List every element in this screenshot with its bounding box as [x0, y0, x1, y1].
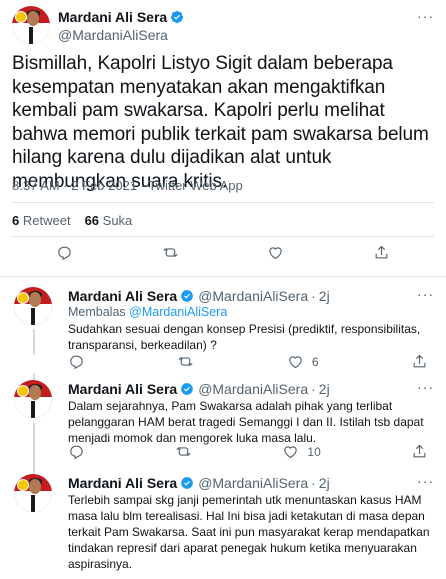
verified-badge-icon [171, 10, 184, 24]
reply-icon [70, 355, 83, 370]
verified-badge-icon [181, 290, 194, 302]
reply-button[interactable] [68, 443, 85, 460]
share-icon [413, 354, 426, 368]
reply-text: Terlebih sampai skg janji pemerintah utk… [68, 493, 430, 571]
like-count: 6 [311, 354, 319, 369]
reply-icon [58, 246, 71, 261]
handle[interactable]: @MardaniAliSera [198, 288, 308, 304]
like-stat[interactable]: 66 Suka [85, 213, 133, 228]
heart-icon [284, 446, 298, 459]
main-action-bar [12, 244, 434, 261]
reply-action-bar: 10 [68, 443, 428, 460]
retweet-icon [163, 248, 178, 257]
reply-text: Sudahkan sesuai dengan konsep Presisi (p… [68, 322, 421, 352]
share-button[interactable] [411, 353, 428, 370]
tweet-age[interactable]: 2j [319, 288, 330, 304]
handle[interactable]: @MardaniAliSera [58, 27, 168, 43]
share-icon [413, 444, 426, 458]
retweet-icon [176, 447, 191, 456]
share-icon [375, 245, 388, 259]
avatar[interactable] [14, 474, 52, 512]
thread-line [33, 329, 35, 355]
replying-label: Membalas [68, 305, 126, 319]
display-name[interactable]: Mardani Ali Sera [68, 288, 177, 304]
thread-line [33, 373, 35, 380]
separator: · [311, 288, 316, 304]
display-name[interactable]: Mardani Ali Sera [58, 9, 167, 25]
replying-to: Membalas @MardaniAliSera [68, 305, 227, 319]
retweet-stat[interactable]: 6 Retweet [12, 213, 71, 228]
separator: · [311, 381, 316, 397]
like-button[interactable]: 6 [287, 353, 319, 370]
verified-badge-icon [181, 477, 194, 489]
reply-text: Dalam sejarahnya, Pam Swakarsa adalah pi… [68, 399, 424, 445]
reply-tweet[interactable]: Mardani Ali Sera @MardaniAliSera · 2j ··… [0, 276, 446, 355]
replying-to-link[interactable]: @MardaniAliSera [129, 305, 227, 319]
avatar[interactable] [14, 287, 52, 325]
more-icon[interactable]: ··· [417, 286, 434, 302]
like-label: Suka [102, 213, 133, 228]
thread-line [33, 423, 35, 473]
retweet-label: Retweet [22, 213, 71, 228]
retweet-icon [178, 357, 194, 366]
more-icon[interactable]: ··· [417, 379, 434, 395]
retweet-button[interactable] [162, 244, 179, 261]
like-button[interactable] [267, 244, 284, 261]
reply-icon [70, 445, 83, 460]
tweet-age[interactable]: 2j [319, 475, 330, 491]
heart-icon [289, 356, 302, 369]
reply-button[interactable] [68, 353, 85, 370]
avatar[interactable] [14, 380, 52, 418]
reply-tweet[interactable]: Mardani Ali Sera @MardaniAliSera · 2j ··… [0, 470, 446, 579]
avatar[interactable] [12, 6, 50, 44]
handle[interactable]: @MardaniAliSera [198, 381, 308, 397]
display-name[interactable]: Mardani Ali Sera [68, 475, 177, 491]
tweet-text: Bismillah, Kapolri Listyo Sigit dalam be… [12, 53, 429, 192]
more-icon[interactable]: ··· [417, 8, 434, 24]
display-name[interactable]: Mardani Ali Sera [68, 381, 177, 397]
tweet-age[interactable]: 2j [319, 381, 330, 397]
more-icon[interactable]: ··· [417, 473, 434, 489]
tweet-timestamp[interactable]: 8.37 AM · 2 Feb 2021 · Twitter Web App [12, 178, 243, 193]
tweet-stats: 6 Retweet 66 Suka [12, 213, 132, 228]
divider [12, 236, 434, 237]
like-button[interactable]: 10 [282, 443, 321, 460]
heart-icon [269, 247, 282, 260]
retweet-count: 6 [12, 213, 20, 228]
reply-button[interactable] [56, 244, 73, 261]
handle[interactable]: @MardaniAliSera [198, 475, 308, 491]
like-count: 10 [307, 444, 321, 459]
share-button[interactable] [373, 244, 390, 261]
share-button[interactable] [411, 443, 428, 460]
separator: · [311, 475, 316, 491]
like-count: 66 [84, 213, 100, 228]
reply-action-bar: 6 [68, 353, 428, 370]
verified-badge-icon [181, 383, 194, 395]
divider [12, 202, 434, 203]
retweet-button[interactable] [177, 353, 194, 370]
retweet-button[interactable] [175, 443, 192, 460]
